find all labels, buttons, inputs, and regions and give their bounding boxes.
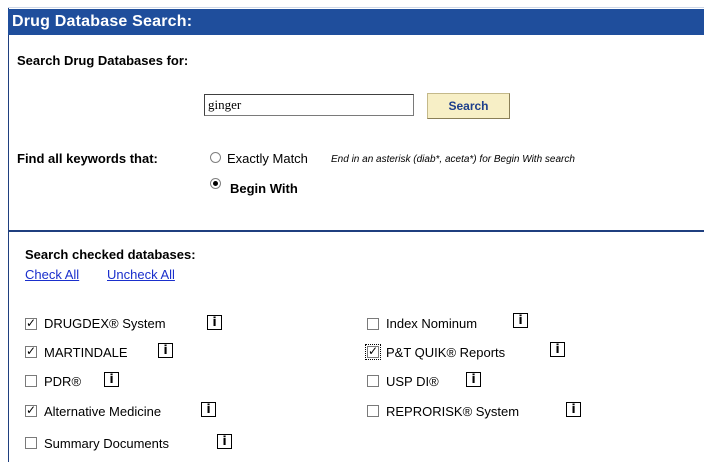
summary-documents-checkbox[interactable] [25, 437, 37, 449]
summary-documents-label: Summary Documents [44, 436, 169, 451]
pt-quik-checkbox[interactable] [365, 344, 381, 360]
martindale-label: MARTINDALE [44, 345, 128, 360]
exactly-match-label: Exactly Match [227, 151, 308, 166]
index-nominum-info-icon[interactable]: i [513, 313, 528, 328]
alternative-medicine-info-icon[interactable]: i [201, 402, 216, 417]
pdr-label: PDR® [44, 374, 82, 389]
search-label: Search Drug Databases for: [17, 53, 189, 68]
reprorisk-checkbox[interactable] [367, 405, 379, 417]
reprorisk-info-icon[interactable]: i [566, 402, 581, 417]
alternative-medicine-checkbox[interactable] [25, 403, 37, 417]
pdr-checkbox[interactable] [25, 375, 37, 387]
drugdex-checkbox[interactable] [25, 316, 37, 330]
drugdex-label: DRUGDEX® System [44, 316, 166, 331]
martindale-checkbox[interactable] [25, 344, 37, 358]
martindale-info-icon[interactable]: i [158, 343, 173, 358]
uncheck-all-link[interactable]: Uncheck All [107, 267, 175, 282]
search-input[interactable] [204, 94, 414, 116]
search-panel [8, 8, 704, 462]
index-nominum-checkbox[interactable] [367, 318, 379, 330]
usp-di-checkbox[interactable] [367, 375, 379, 387]
begin-with-label: Begin With [230, 181, 298, 196]
exactly-match-radio[interactable] [210, 152, 221, 163]
summary-documents-info-icon[interactable]: i [217, 434, 232, 449]
keywords-label: Find all keywords that: [17, 151, 158, 166]
usp-di-label: USP DI® [386, 374, 439, 389]
drugdex-info-icon[interactable]: i [207, 315, 222, 330]
reprorisk-label: REPRORISK® System [386, 404, 520, 419]
search-button[interactable]: Search [427, 93, 510, 119]
pdr-info-icon[interactable]: i [104, 372, 119, 387]
page-title: Drug Database Search: [8, 9, 704, 35]
databases-label: Search checked databases: [25, 247, 196, 262]
begin-with-radio[interactable] [210, 178, 221, 189]
asterisk-hint: End in an asterisk (diab*, aceta*) for B… [331, 154, 575, 165]
index-nominum-label: Index Nominum [386, 316, 478, 331]
pt-quik-info-icon[interactable]: i [550, 342, 565, 357]
check-all-link[interactable]: Check All [25, 267, 79, 282]
pt-quik-label: P&T QUIK® Reports [386, 345, 506, 360]
alternative-medicine-label: Alternative Medicine [44, 404, 162, 419]
usp-di-info-icon[interactable]: i [466, 372, 481, 387]
section-divider [8, 230, 704, 232]
